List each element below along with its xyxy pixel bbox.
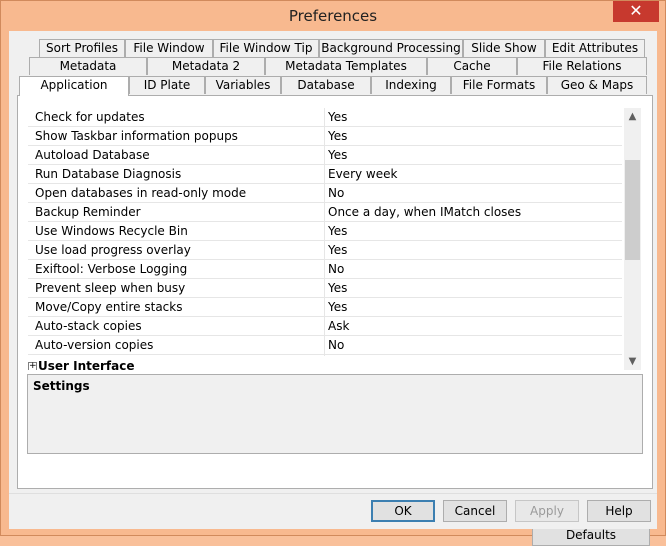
setting-value[interactable]: Once a day, when IMatch closes <box>328 205 521 219</box>
dialog-client: Sort Profiles File Window File Window Ti… <box>9 31 657 546</box>
settings-list[interactable]: Check for updates Yes Show Taskbar infor… <box>28 108 622 370</box>
setting-name: Prevent sleep when busy <box>35 281 186 295</box>
setting-row-backup-reminder[interactable]: Backup Reminder Once a day, when IMatch … <box>28 203 622 222</box>
tab-background-processing[interactable]: Background Processing <box>319 39 463 57</box>
setting-row-read-only-mode[interactable]: Open databases in read-only mode No <box>28 184 622 203</box>
tab-geo-maps[interactable]: Geo & Maps <box>547 76 647 94</box>
setting-row-auto-version-copies[interactable]: Auto-version copies No <box>28 336 622 355</box>
setting-value[interactable]: No <box>328 262 344 276</box>
tab-metadata-templates[interactable]: Metadata Templates <box>265 57 427 75</box>
setting-value[interactable]: Yes <box>328 300 347 314</box>
setting-row-recycle-bin[interactable]: Use Windows Recycle Bin Yes <box>28 222 622 241</box>
dialog-button-bar: OK Cancel Apply Help <box>9 493 657 529</box>
setting-name: Show Taskbar information popups <box>35 129 238 143</box>
setting-row-auto-stack-copies[interactable]: Auto-stack copies Ask <box>28 317 622 336</box>
tab-indexing[interactable]: Indexing <box>371 76 451 94</box>
tab-variables[interactable]: Variables <box>205 76 281 94</box>
preferences-window: Preferences ✕ Sort Profiles File Window … <box>0 0 666 546</box>
setting-row-taskbar-popups[interactable]: Show Taskbar information popups Yes <box>28 127 622 146</box>
setting-row-exiftool-logging[interactable]: Exiftool: Verbose Logging No <box>28 260 622 279</box>
tab-file-window-tip[interactable]: File Window Tip <box>213 39 319 57</box>
scroll-up-arrow-icon[interactable]: ▲ <box>624 108 641 125</box>
list-scrollbar[interactable]: ▲ ▼ <box>624 108 641 370</box>
tab-sort-profiles[interactable]: Sort Profiles <box>39 39 125 57</box>
setting-value[interactable]: Ask <box>328 319 349 333</box>
setting-value[interactable]: Yes <box>328 281 347 295</box>
scroll-thumb[interactable] <box>625 160 640 260</box>
tab-metadata[interactable]: Metadata <box>29 57 147 75</box>
ok-button[interactable]: OK <box>371 500 435 522</box>
setting-value[interactable]: Yes <box>328 129 347 143</box>
setting-name: Use Windows Recycle Bin <box>35 224 188 238</box>
close-icon: ✕ <box>629 1 643 20</box>
tab-metadata-2[interactable]: Metadata 2 <box>147 57 265 75</box>
tab-file-relations[interactable]: File Relations <box>517 57 647 75</box>
setting-row-autoload-database[interactable]: Autoload Database Yes <box>28 146 622 165</box>
setting-row-check-for-updates[interactable]: Check for updates Yes <box>28 108 622 127</box>
setting-name: Backup Reminder <box>35 205 141 219</box>
tab-database[interactable]: Database <box>281 76 371 94</box>
title-bar[interactable]: Preferences ✕ <box>1 1 665 31</box>
setting-value[interactable]: Yes <box>328 224 347 238</box>
setting-name: Auto-stack copies <box>35 319 142 333</box>
cancel-button[interactable]: Cancel <box>443 500 507 522</box>
tab-application[interactable]: Application <box>19 76 129 96</box>
setting-value[interactable]: No <box>328 338 344 352</box>
tab-panel-application: Check for updates Yes Show Taskbar infor… <box>17 95 653 546</box>
setting-name: Move/Copy entire stacks <box>35 300 183 314</box>
tab-id-plate[interactable]: ID Plate <box>129 76 205 94</box>
setting-name: Autoload Database <box>35 148 150 162</box>
settings-description-box: Settings <box>27 374 643 454</box>
setting-name: Check for updates <box>35 110 145 124</box>
help-button[interactable]: Help <box>587 500 651 522</box>
setting-row-move-copy-stacks[interactable]: Move/Copy entire stacks Yes <box>28 298 622 317</box>
tab-slide-show[interactable]: Slide Show <box>463 39 545 57</box>
group-user-interface[interactable]: + User Interface <box>28 358 622 370</box>
setting-name: Exiftool: Verbose Logging <box>35 262 188 276</box>
scroll-down-arrow-icon[interactable]: ▼ <box>624 353 641 370</box>
setting-name: Run Database Diagnosis <box>35 167 182 181</box>
apply-button[interactable]: Apply <box>515 500 579 522</box>
setting-row-prevent-sleep[interactable]: Prevent sleep when busy Yes <box>28 279 622 298</box>
close-button[interactable]: ✕ <box>613 1 659 22</box>
tab-file-formats[interactable]: File Formats <box>451 76 547 94</box>
tab-file-window[interactable]: File Window <box>125 39 213 57</box>
setting-value[interactable]: Yes <box>328 243 347 257</box>
setting-name: Auto-version copies <box>35 338 154 352</box>
window-title: Preferences <box>288 7 378 25</box>
setting-name: Use load progress overlay <box>35 243 191 257</box>
setting-value[interactable]: Every week <box>328 167 397 181</box>
setting-name: Open databases in read-only mode <box>35 186 247 200</box>
tab-edit-attributes[interactable]: Edit Attributes <box>545 39 645 57</box>
group-label: User Interface <box>38 359 135 370</box>
setting-value[interactable]: Yes <box>328 148 347 162</box>
expand-icon[interactable]: + <box>28 362 37 370</box>
setting-value[interactable]: No <box>328 186 344 200</box>
setting-value[interactable]: Yes <box>328 110 347 124</box>
setting-row-database-diagnosis[interactable]: Run Database Diagnosis Every week <box>28 165 622 184</box>
settings-description-title: Settings <box>33 379 90 393</box>
setting-row-load-progress-overlay[interactable]: Use load progress overlay Yes <box>28 241 622 260</box>
tab-cache[interactable]: Cache <box>427 57 517 75</box>
